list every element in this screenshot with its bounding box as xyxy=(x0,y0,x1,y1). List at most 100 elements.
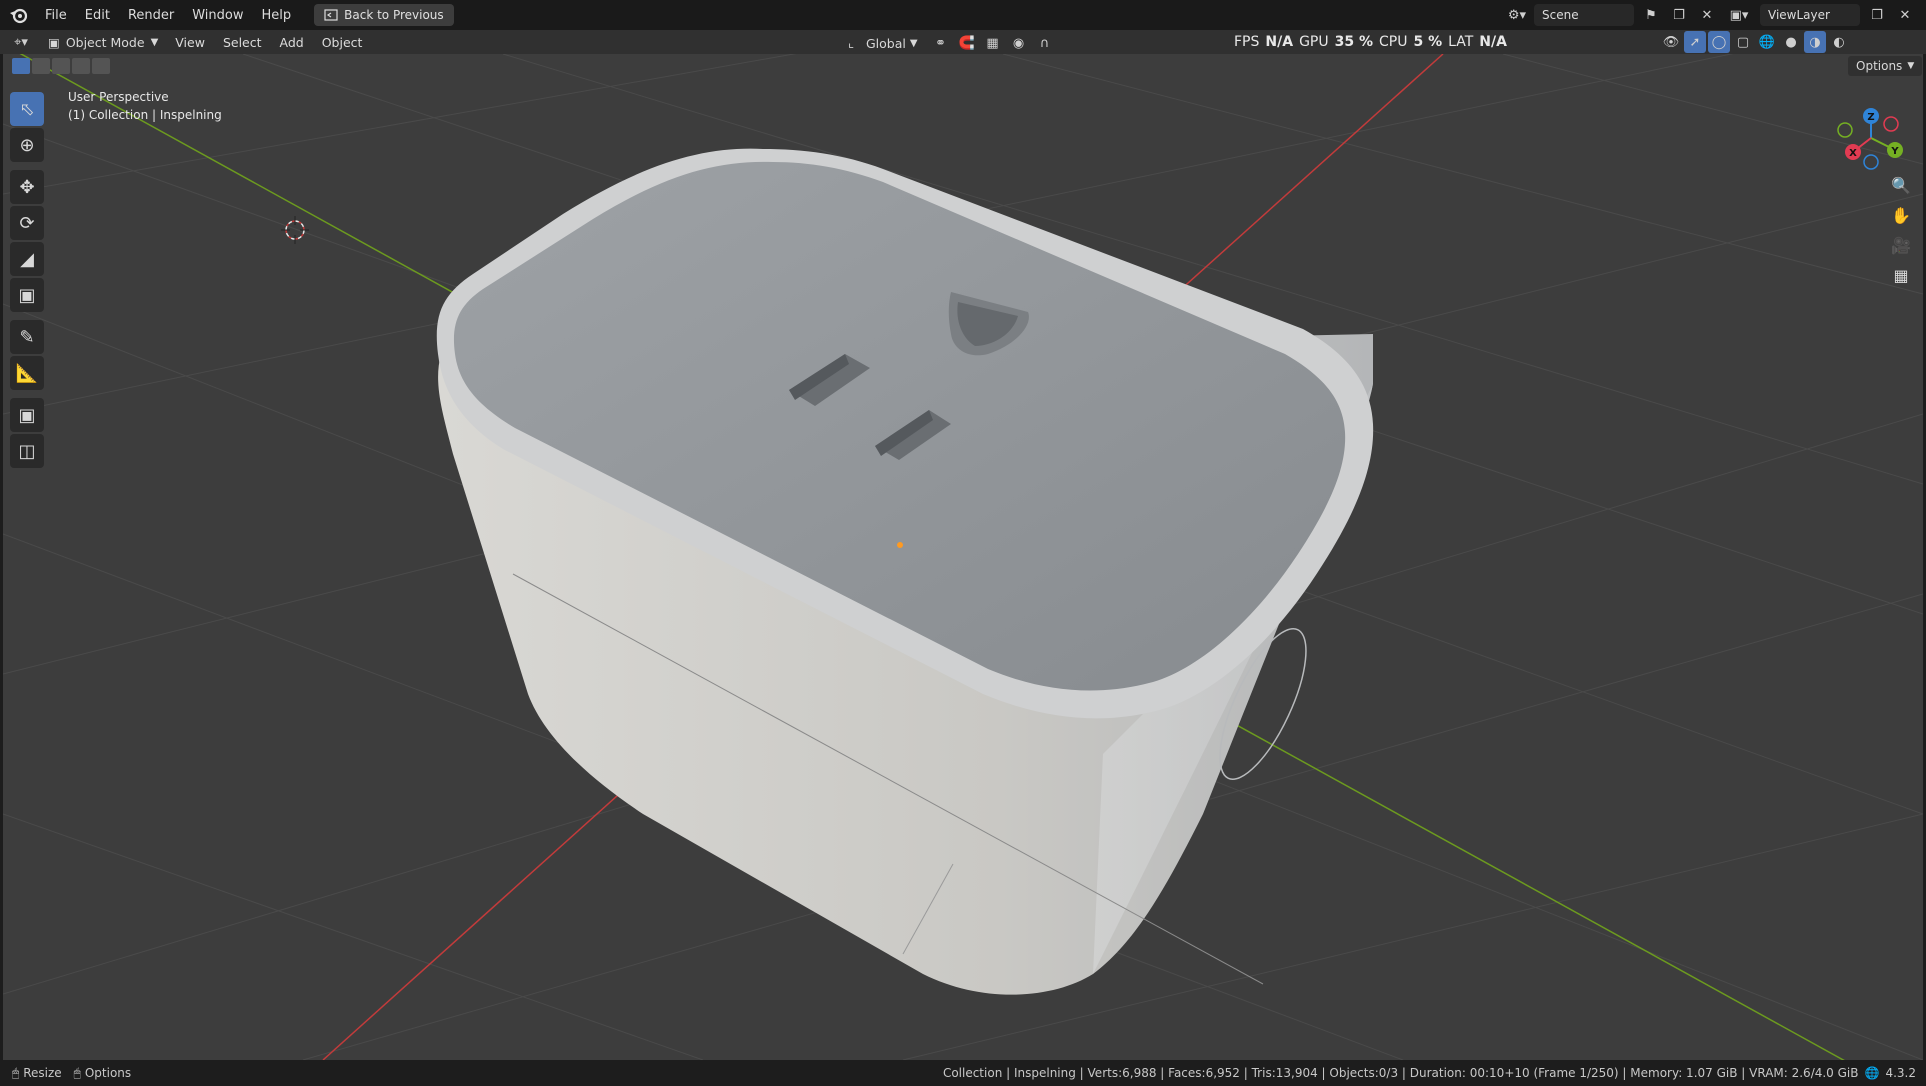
navigation-gizmo: Z Y X xyxy=(1837,108,1903,170)
viewport-display-controls: 👁 ➚ ◯ ▢ 🌐 ● ◑ ◐ xyxy=(1660,31,1850,53)
material-shading-icon[interactable]: ◑ xyxy=(1804,31,1826,53)
snap-icon[interactable]: 🧲 xyxy=(956,32,978,54)
transform-orientation-dropdown[interactable]: Global xyxy=(866,36,906,51)
smart-plug-model xyxy=(436,148,1374,995)
falloff-icon[interactable]: ∩ xyxy=(1034,32,1056,54)
view-layer-name: ViewLayer xyxy=(1768,8,1830,22)
add-cube-icon: ▣ xyxy=(18,404,36,426)
3d-viewport[interactable]: Z Y X Options ▼ xyxy=(3,54,1923,1060)
menu-view[interactable]: View xyxy=(166,35,214,50)
pin-icon[interactable]: ⚑ xyxy=(1640,4,1662,26)
top-right-controls: ⚙▾ Scene ⚑ ❐ ✕ ▣▾ ViewLayer ❐ ✕ xyxy=(1506,4,1916,26)
gpu-value: 35 % xyxy=(1334,34,1373,50)
version-label: 4.3.2 xyxy=(1885,1066,1916,1080)
3d-cursor-icon xyxy=(281,216,309,244)
perspective-label: User Perspective xyxy=(68,90,169,104)
select-subtract-button[interactable] xyxy=(52,58,70,74)
viewport-options-label: Options xyxy=(1856,59,1903,73)
cursor-icon: ⊕ xyxy=(19,134,35,156)
object-mode-icon: ▣ xyxy=(48,34,60,50)
chevron-down-icon: ▼ xyxy=(150,36,159,48)
delete-scene-icon[interactable]: ✕ xyxy=(1696,4,1718,26)
extrude-icon: ◫ xyxy=(18,440,36,462)
tool-shelf: ⬁ ⊕ ✥ ⟳ ◢ ▣ ✎ 📐 ▣ ◫ xyxy=(10,90,50,470)
menu-object[interactable]: Object xyxy=(313,35,372,50)
scene-type-icon[interactable]: ⚙▾ xyxy=(1506,4,1528,26)
extrude-tool[interactable]: ◫ xyxy=(10,434,44,468)
pan-hand-icon[interactable]: ✋ xyxy=(1886,200,1916,230)
snap-target-icon[interactable]: ▦ xyxy=(982,32,1004,54)
move-icon: ✥ xyxy=(19,176,35,198)
measure-tool[interactable]: 📐 xyxy=(10,356,44,390)
rendered-shading-icon[interactable]: ◐ xyxy=(1828,31,1850,53)
select-invert-button[interactable] xyxy=(72,58,90,74)
cpu-label: CPU xyxy=(1379,34,1408,50)
menu-help[interactable]: Help xyxy=(253,8,301,23)
orientation-icon: ⌞ xyxy=(847,35,855,51)
fps-label: FPS xyxy=(1234,34,1260,50)
blender-logo-icon[interactable] xyxy=(8,4,30,26)
zoom-icon[interactable]: 🔍 xyxy=(1886,170,1916,200)
chevron-down-icon: ▼ xyxy=(909,37,918,49)
add-cube-tool[interactable]: ▣ xyxy=(10,398,44,432)
scene-field[interactable]: Scene xyxy=(1534,4,1634,26)
solid-shading-icon[interactable]: ● xyxy=(1780,31,1802,53)
status-bar: 🖱 Resize 🖱 Options Collection | Inspelni… xyxy=(0,1060,1926,1086)
scene-statistics: Collection | Inspelning | Verts:6,988 | … xyxy=(942,1066,1859,1080)
viewport-header: ⌖▾ ▣ Object Mode ▼ View Select Add Objec… xyxy=(0,30,1926,54)
scene-name: Scene xyxy=(1542,8,1579,22)
annotate-tool[interactable]: ✎ xyxy=(10,320,44,354)
select-box-tool[interactable]: ⬁ xyxy=(10,92,44,126)
ortho-toggle-icon[interactable]: ▦ xyxy=(1886,260,1916,290)
collection-label: (1) Collection | Inspelning xyxy=(68,108,222,122)
navigation-buttons: 🔍 ✋ 🎥 ▦ xyxy=(1886,170,1916,290)
performance-stats: FPS N/A GPU 35 % CPU 5 % LAT N/A xyxy=(1234,30,1507,54)
menu-add[interactable]: Add xyxy=(271,35,313,50)
status-options: Options xyxy=(84,1066,132,1080)
cursor-tool[interactable]: ⊕ xyxy=(10,128,44,162)
viewport-info-overlay: User Perspective (1) Collection | Inspel… xyxy=(68,88,222,124)
mode-dropdown[interactable]: ▣ Object Mode ▼ xyxy=(40,32,166,52)
proportional-edit-icon[interactable]: ◉ xyxy=(1008,32,1030,54)
cpu-value: 5 % xyxy=(1413,34,1443,50)
rotate-icon: ⟳ xyxy=(19,212,35,234)
transform-tool[interactable]: ▣ xyxy=(10,278,44,312)
menu-file[interactable]: File xyxy=(36,8,76,23)
menu-window[interactable]: Window xyxy=(183,8,252,23)
gpu-label: GPU xyxy=(1299,34,1329,50)
editor-type-icon[interactable]: ⌖▾ xyxy=(10,31,32,53)
measure-icon: 📐 xyxy=(15,362,39,384)
overlay-toggle-icon[interactable]: ◯ xyxy=(1708,31,1730,53)
wireframe-shading-icon[interactable]: 🌐 xyxy=(1756,31,1778,53)
menu-edit[interactable]: Edit xyxy=(76,8,119,23)
camera-view-icon[interactable]: 🎥 xyxy=(1886,230,1916,260)
new-scene-icon[interactable]: ❐ xyxy=(1668,4,1690,26)
viewport-scene: Z Y X xyxy=(3,54,1923,1060)
top-bar: File Edit Render Window Help Back to Pre… xyxy=(0,0,1926,30)
gizmo-toggle-icon[interactable]: ➚ xyxy=(1684,31,1706,53)
gizmo-y-label: Y xyxy=(1890,146,1899,157)
back-to-previous-button[interactable]: Back to Previous xyxy=(314,4,454,26)
view-layer-type-icon[interactable]: ▣▾ xyxy=(1724,4,1754,26)
view-layer-field[interactable]: ViewLayer xyxy=(1760,4,1860,26)
move-tool[interactable]: ✥ xyxy=(10,170,44,204)
menu-select[interactable]: Select xyxy=(214,35,271,50)
mode-label: Object Mode xyxy=(65,34,145,50)
rotate-tool[interactable]: ⟳ xyxy=(10,206,44,240)
gizmo-z-label: Z xyxy=(1867,112,1874,123)
xray-icon[interactable]: ▢ xyxy=(1732,31,1754,53)
select-new-button[interactable] xyxy=(12,58,30,74)
transform-controls: ⌞ Global ▼ ⚭ 🧲 ▦ ◉ ∩ xyxy=(840,32,1056,54)
select-intersect-button[interactable] xyxy=(92,58,110,74)
viewport-options-button[interactable]: Options ▼ xyxy=(1848,56,1923,76)
gizmo-x-label: X xyxy=(1849,148,1857,159)
annotate-icon: ✎ xyxy=(19,326,35,348)
visibility-icon[interactable]: 👁 xyxy=(1660,31,1682,53)
pivot-icon[interactable]: ⚭ xyxy=(930,32,952,54)
select-extend-button[interactable] xyxy=(32,58,50,74)
status-resize: Resize xyxy=(23,1066,62,1080)
menu-render[interactable]: Render xyxy=(119,8,183,23)
delete-view-layer-icon[interactable]: ✕ xyxy=(1894,4,1916,26)
scale-tool[interactable]: ◢ xyxy=(10,242,44,276)
new-view-layer-icon[interactable]: ❐ xyxy=(1866,4,1888,26)
